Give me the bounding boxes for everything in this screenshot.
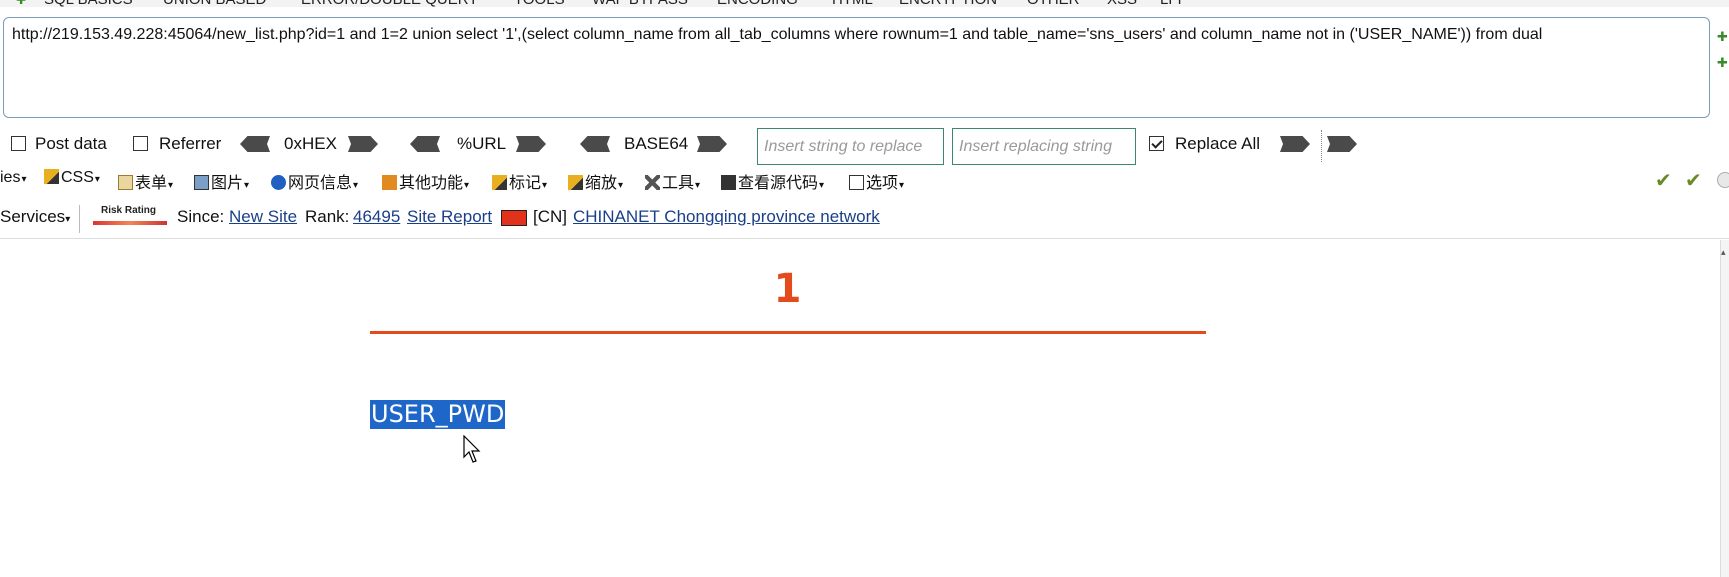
menu-cookies[interactable]: ies▾ [0,169,26,187]
toolbar-separator [1321,130,1322,162]
clipboard-icon [118,175,133,190]
status-circle-icon [1717,172,1729,188]
menu-waf-bypass[interactable]: WAF BYPASS [592,0,688,8]
replace-all-checkbox[interactable] [1149,136,1164,151]
china-flag-icon [501,210,527,226]
hex-decode-arrow-icon[interactable] [240,136,270,152]
services-menu[interactable]: Services▾ [0,207,70,227]
replace-back-arrow-icon[interactable] [1327,136,1357,152]
risk-rating-badge[interactable]: Risk Rating [93,205,167,227]
menu-sql-basics[interactable]: SQL BASICS [44,0,133,8]
menu-encoding[interactable]: ENCODING [717,0,798,8]
risk-rating-label: Risk Rating [101,205,157,216]
hex-encode-arrow-icon[interactable] [348,136,378,152]
menu-forms[interactable]: 表单▾ [118,169,173,193]
site-info-bar: Services▾ Risk Rating Since: New Site Ra… [0,205,1729,233]
menu-resize[interactable]: 缩放▾ [568,169,623,193]
menu-union-based[interactable]: UNION BASED [163,0,266,8]
options-icon [849,175,864,190]
menu-tools[interactable]: TOOLS [514,0,565,8]
site-report-link[interactable]: Site Report [407,207,492,227]
referrer-label: Referrer [159,134,222,153]
since-label: Since: [177,207,225,226]
menu-tools2[interactable]: 工具▾ [645,169,700,193]
misc-icon [382,175,397,190]
hackbar-toolbar: Post data Referrer 0xHEX %URL BASE64 Ins… [0,128,1729,165]
since-link[interactable]: New Site [229,207,297,227]
content-divider [0,238,1729,239]
valid-check-icon-2: ✔ [1685,170,1702,192]
selected-result-text[interactable]: USER_PWD [370,400,506,429]
top-menu-bar: ✚ SQL BASICS UNION BASED ERROR/DOUBLE QU… [0,0,1729,8]
post-data-label: Post data [35,134,107,153]
menu-information[interactable]: 网页信息▾ [271,169,358,193]
addon-icon: ✚ [16,0,27,7]
country-code: [CN] [533,207,567,226]
base64-encode-arrow-icon[interactable] [697,136,727,152]
menu-lfi[interactable]: LFI [1160,0,1182,8]
tools-icon [645,175,660,190]
referrer-checkbox[interactable] [133,136,148,151]
source-icon [721,175,736,190]
network-link[interactable]: CHINANET Chongqing province network [573,207,880,227]
base64-label: BASE64 [624,134,689,153]
rank-label: Rank: [305,207,350,226]
info-icon [271,175,286,190]
valid-check-icon: ✔ [1655,170,1672,192]
menu-images[interactable]: 图片▾ [194,169,249,193]
result-number: 1 [773,266,802,312]
menu-view-source[interactable]: 查看源代码▾ [721,169,824,193]
menu-xss[interactable]: XSS [1107,0,1137,8]
menu-error-double-query[interactable]: ERROR/DOUBLE QUERY [301,0,478,8]
hex-label: 0xHEX [284,134,337,153]
image-icon [194,175,209,190]
url-textarea[interactable]: http://219.153.49.228:45064/new_list.php… [3,17,1710,118]
insert-string-input[interactable]: Insert string to replace [757,128,944,165]
url-decode-arrow-icon[interactable] [410,136,440,152]
vertical-scrollbar[interactable] [1720,240,1729,577]
scroll-up-icon[interactable]: ▴ [1721,247,1729,258]
url-encode-label: %URL [457,134,507,153]
url-encode-arrow-icon[interactable] [516,136,546,152]
menu-css[interactable]: CSS▾ [44,169,100,187]
webdev-toolbar: ies▾ CSS▾ 表单▾ 图片▾ 网页信息▾ 其他功能▾ 标记▾ 缩放▾ 工具… [0,168,1729,194]
pencil-icon [44,169,59,184]
replace-arrow-icon[interactable] [1280,136,1310,152]
status-divider [79,205,80,233]
outline-pencil-icon [492,175,507,190]
resize-pencil-icon [568,175,583,190]
rank-link[interactable]: 46495 [353,207,400,227]
risk-rating-bar [93,221,167,225]
insert-replacing-input[interactable]: Insert replacing string [952,128,1136,165]
menu-outline[interactable]: 标记▾ [492,169,547,193]
menu-encryption[interactable]: ENCRYPTION [899,0,997,8]
post-data-checkbox[interactable] [11,136,26,151]
replace-all-label: Replace All [1175,134,1261,153]
result-divider [370,331,1206,334]
edge-indicator-icon: ✚ ✚ [1717,29,1728,70]
mouse-cursor-icon [463,435,481,463]
menu-other[interactable]: OTHER [1027,0,1080,8]
base64-decode-arrow-icon[interactable] [580,136,610,152]
menu-html[interactable]: HTML [832,0,873,8]
menu-options[interactable]: 选项▾ [849,169,904,193]
menu-miscellaneous[interactable]: 其他功能▾ [382,169,469,193]
